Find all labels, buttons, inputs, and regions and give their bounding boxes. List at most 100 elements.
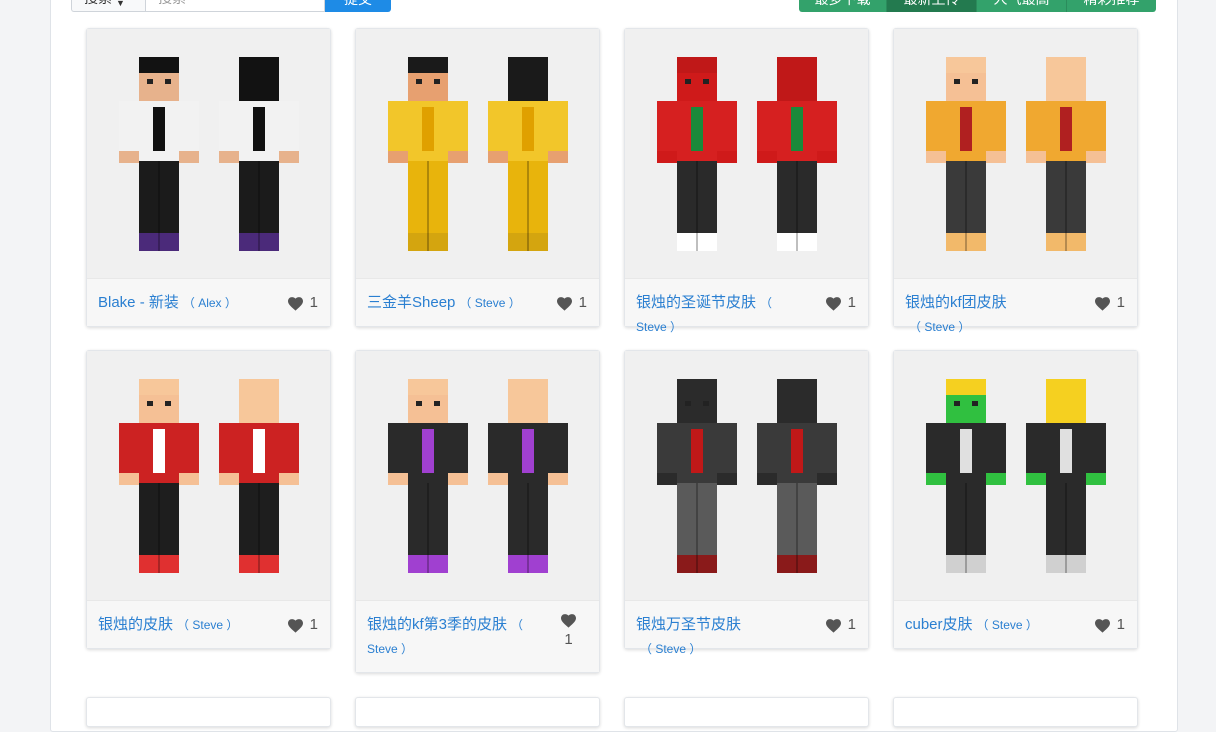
heart-icon xyxy=(825,618,842,633)
skin-name: 银烛的圣诞节皮肤 xyxy=(636,294,757,311)
skin-preview-figure xyxy=(218,378,299,573)
sort-popular-button[interactable]: 人气最高 xyxy=(977,0,1067,12)
skin-thumbnail[interactable] xyxy=(894,29,1137,279)
like-count: 1 xyxy=(1116,616,1125,633)
like-button[interactable]: 1 xyxy=(1094,291,1125,315)
skin-thumbnail[interactable] xyxy=(625,29,868,279)
like-button[interactable]: 1 xyxy=(560,613,577,652)
like-button[interactable]: 1 xyxy=(287,613,318,637)
skin-name: 三金羊Sheep xyxy=(367,294,456,311)
skin-card-footer: 银烛的皮肤（ Steve ） 1 xyxy=(87,601,330,648)
skin-model: （ Steve ） xyxy=(976,618,1038,632)
skin-title-link[interactable]: 银烛的kf团皮肤 （ Steve ） xyxy=(905,291,1070,339)
skin-preview-figure xyxy=(218,56,299,251)
skin-name: Blake - 新装 xyxy=(98,294,179,311)
sort-label: 人气最高 xyxy=(994,0,1050,9)
sort-tabs: 最多下载 最新上传 人气最高 精彩推荐 xyxy=(799,0,1156,12)
skin-title-link[interactable]: 三金羊Sheep （ Steve ） xyxy=(367,291,532,315)
skin-preview-figure xyxy=(1025,56,1106,251)
sort-newest-button[interactable]: 最新上传 xyxy=(887,0,977,12)
skin-card[interactable]: Blake - 新装（ Alex ） 1 xyxy=(86,28,331,327)
sort-featured-button[interactable]: 精彩推荐 xyxy=(1067,0,1156,12)
skin-card[interactable]: 银烛的kf第3季的皮肤（ Steve ） 1 xyxy=(355,350,600,673)
skin-thumbnail[interactable] xyxy=(87,29,330,279)
heart-icon xyxy=(560,613,577,628)
skin-thumbnail[interactable] xyxy=(356,29,599,279)
submit-button[interactable]: 提交 xyxy=(325,0,391,12)
sort-label: 最多下载 xyxy=(815,0,871,9)
skin-preview-figure xyxy=(925,378,1006,573)
search-bar: 搜索 ▼ 搜索 提交 xyxy=(71,0,391,12)
skin-card-footer: Blake - 新装（ Alex ） 1 xyxy=(87,279,330,326)
skin-preview-figure xyxy=(925,56,1006,251)
search-input[interactable]: 搜索 xyxy=(145,0,325,12)
skin-preview-figure xyxy=(756,378,837,573)
skin-card[interactable]: 银烛的皮肤（ Steve ） 1 xyxy=(86,350,331,649)
skin-preview-figure xyxy=(387,378,468,573)
skin-model: （ Steve ） xyxy=(640,642,702,656)
skin-name: 银烛的皮肤 xyxy=(98,616,174,633)
like-button[interactable]: 1 xyxy=(556,291,587,315)
skin-name: cuber皮肤 xyxy=(905,616,973,633)
sort-label: 最新上传 xyxy=(904,0,960,9)
like-button[interactable]: 1 xyxy=(825,291,856,315)
heart-icon xyxy=(825,296,842,311)
skin-thumbnail[interactable] xyxy=(87,351,330,601)
submit-label: 提交 xyxy=(344,0,372,9)
skin-model: （ Alex ） xyxy=(182,296,237,310)
like-count: 1 xyxy=(309,616,318,633)
skin-card-footer: 银烛万圣节皮肤 （ Steve ） 1 xyxy=(625,601,868,656)
like-button[interactable]: 1 xyxy=(825,613,856,637)
skin-card[interactable]: 银烛万圣节皮肤 （ Steve ） 1 xyxy=(624,350,869,656)
skin-preview-figure xyxy=(656,378,737,573)
like-count: 1 xyxy=(564,631,573,648)
skin-card-footer: cuber皮肤（ Steve ） 1 xyxy=(894,601,1137,648)
skin-name: 银烛万圣节皮肤 xyxy=(636,616,742,633)
chevron-down-icon: ▼ xyxy=(116,0,125,8)
skin-name: 银烛的kf第3季的皮肤 xyxy=(367,616,508,633)
like-button[interactable]: 1 xyxy=(287,291,318,315)
skin-card-placeholder[interactable] xyxy=(355,697,600,727)
search-type-label: 搜索 xyxy=(84,0,112,8)
sort-label: 精彩推荐 xyxy=(1084,0,1140,9)
skin-title-link[interactable]: 银烛的皮肤（ Steve ） xyxy=(98,613,263,637)
like-count: 1 xyxy=(1116,294,1125,311)
heart-icon xyxy=(287,296,304,311)
skin-title-link[interactable]: cuber皮肤（ Steve ） xyxy=(905,613,1070,637)
skin-card-footer: 银烛的kf第3季的皮肤（ Steve ） 1 xyxy=(356,601,599,672)
heart-icon xyxy=(556,296,573,311)
heart-icon xyxy=(1094,296,1111,311)
skin-preview-figure xyxy=(487,378,568,573)
skin-title-link[interactable]: Blake - 新装（ Alex ） xyxy=(98,291,263,315)
skin-preview-figure xyxy=(656,56,737,251)
skin-model: （ Steve ） xyxy=(177,618,239,632)
skin-card[interactable]: cuber皮肤（ Steve ） 1 xyxy=(893,350,1138,649)
skin-card-footer: 三金羊Sheep （ Steve ） 1 xyxy=(356,279,599,326)
skin-card[interactable]: 银烛的圣诞节皮肤（ Steve ） 1 xyxy=(624,28,869,334)
skin-card-footer: 银烛的kf团皮肤 （ Steve ） 1 xyxy=(894,279,1137,334)
skin-card-footer: 银烛的圣诞节皮肤（ Steve ） 1 xyxy=(625,279,868,334)
skin-thumbnail[interactable] xyxy=(356,351,599,601)
heart-icon xyxy=(1094,618,1111,633)
sort-most-downloads-button[interactable]: 最多下载 xyxy=(799,0,887,12)
skin-name: 银烛的kf团皮肤 xyxy=(905,294,1007,311)
skin-title-link[interactable]: 银烛的kf第3季的皮肤（ Steve ） xyxy=(367,613,532,661)
skin-card[interactable]: 三金羊Sheep （ Steve ） 1 xyxy=(355,28,600,327)
skin-card-placeholder[interactable] xyxy=(86,697,331,727)
like-button[interactable]: 1 xyxy=(1094,613,1125,637)
skin-thumbnail[interactable] xyxy=(894,351,1137,601)
skin-title-link[interactable]: 银烛万圣节皮肤 （ Steve ） xyxy=(636,613,801,661)
skin-card-placeholder[interactable] xyxy=(624,697,869,727)
skin-title-link[interactable]: 银烛的圣诞节皮肤（ Steve ） xyxy=(636,291,801,339)
like-count: 1 xyxy=(847,294,856,311)
skin-model: （ Steve ） xyxy=(459,296,521,310)
skin-preview-figure xyxy=(118,378,199,573)
like-count: 1 xyxy=(847,616,856,633)
search-type-dropdown[interactable]: 搜索 ▼ xyxy=(71,0,145,12)
skin-preview-figure xyxy=(118,56,199,251)
skin-preview-figure xyxy=(1025,378,1106,573)
heart-icon xyxy=(287,618,304,633)
skin-thumbnail[interactable] xyxy=(625,351,868,601)
skin-card[interactable]: 银烛的kf团皮肤 （ Steve ） 1 xyxy=(893,28,1138,334)
skin-card-placeholder[interactable] xyxy=(893,697,1138,727)
